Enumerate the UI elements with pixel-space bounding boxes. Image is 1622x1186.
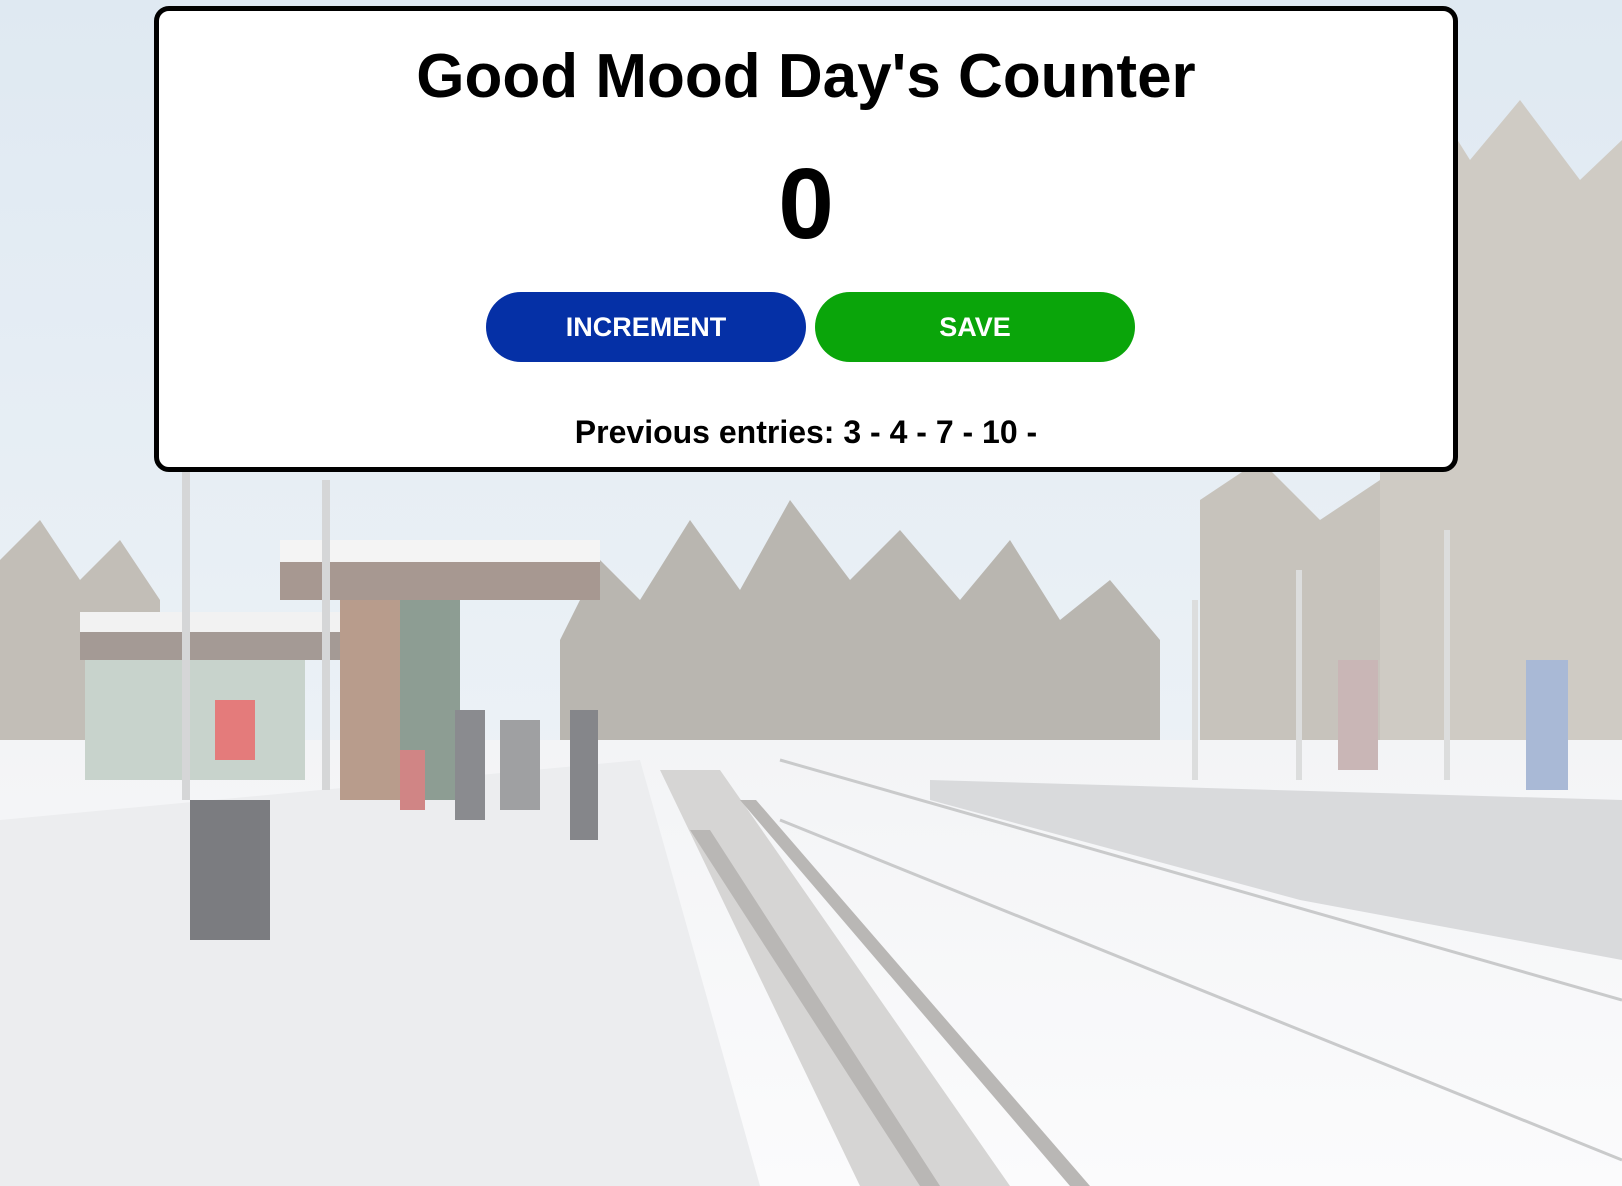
page-title: Good Mood Day's Counter (416, 42, 1196, 111)
counter-value: 0 (778, 148, 834, 260)
save-button[interactable]: SAVE (815, 292, 1135, 362)
increment-button[interactable]: INCREMENT (486, 292, 806, 362)
counter-card: Good Mood Day's Counter 0 INCREMENT SAVE… (154, 6, 1458, 472)
previous-entries: Previous entries: 3 - 4 - 7 - 10 - (574, 414, 1038, 450)
